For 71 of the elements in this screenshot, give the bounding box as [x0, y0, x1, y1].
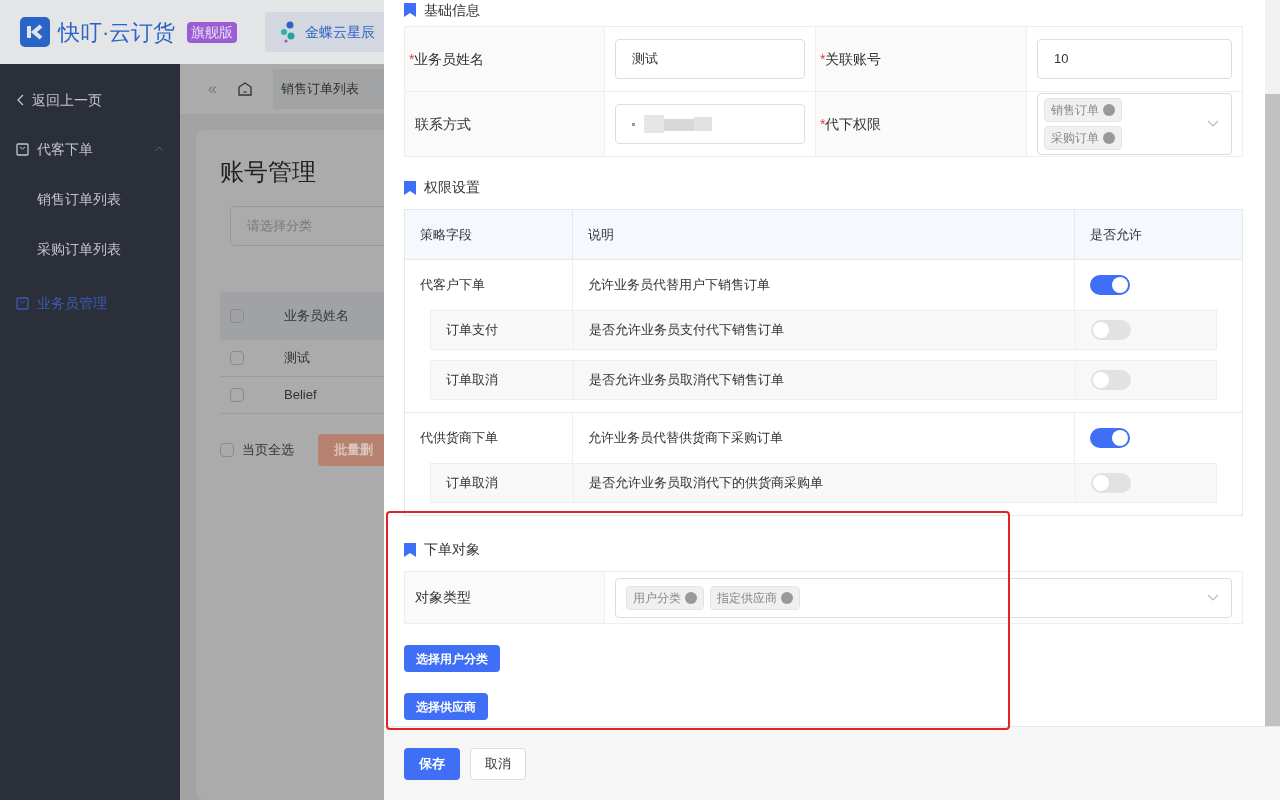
column-header: 业务员姓名: [284, 307, 349, 326]
checkbox[interactable]: [230, 309, 244, 323]
table-cell-text: 是否允许业务员支付代下销售订单: [589, 321, 784, 340]
back-link[interactable]: 返回上一页: [0, 80, 180, 120]
toggle-switch[interactable]: [1091, 370, 1131, 390]
sidebar-subitem[interactable]: 采购订单列表: [0, 224, 180, 274]
table-cell-text: 是否允许业务员取消代下的供货商采购单: [589, 474, 823, 493]
cancel-button[interactable]: 取消: [470, 747, 526, 780]
chevron-left-icon: [16, 94, 24, 106]
sidebar-item[interactable]: 代客下单: [0, 124, 180, 174]
section-title: 下单对象: [424, 540, 480, 559]
logo-icon: [20, 17, 50, 47]
table-cell-text: 允许业务员代替用户下销售订单: [588, 276, 770, 295]
required-mark: *: [409, 49, 415, 69]
multi-select[interactable]: 用户分类 指定供应商: [615, 577, 1232, 618]
multi-select[interactable]: 销售订单 采购订单: [1037, 93, 1232, 155]
table-cell-text: 是否允许业务员取消代下销售订单: [589, 371, 784, 390]
edition-badge: 旗舰版: [187, 21, 238, 43]
brand-name: 快叮·云订货: [58, 18, 176, 47]
table-cell-text: 允许业务员代替供货商下采购订单: [588, 429, 783, 448]
section-title: 权限设置: [424, 178, 480, 197]
table-cell-text: 订单支付: [446, 321, 498, 340]
field-label: 关联账号: [825, 49, 882, 69]
bookmark-icon: [404, 180, 416, 195]
required-mark: *: [820, 49, 826, 69]
calendar-icon: [16, 142, 29, 156]
toggle-switch[interactable]: [1090, 428, 1130, 448]
page-tab[interactable]: 销售订单列表: [272, 69, 384, 109]
chevron-down-icon: [1207, 593, 1219, 602]
table-cell-text: 订单取消: [446, 371, 498, 390]
text-field[interactable]: 测试: [615, 39, 805, 79]
app-switch[interactable]: 金蝶云星辰: [265, 12, 384, 52]
tag: 用户分类: [626, 585, 704, 610]
select-all-label: 当页全选: [242, 441, 294, 460]
chevron-down-icon: [1207, 120, 1219, 128]
required-mark: *: [820, 114, 826, 134]
toggle-switch[interactable]: [1091, 320, 1131, 340]
page-title: 账号管理: [220, 157, 317, 187]
text-field[interactable]: [615, 104, 805, 144]
checkbox[interactable]: [230, 351, 244, 365]
text-field[interactable]: 10: [1037, 39, 1232, 79]
sidebar-subitem[interactable]: 销售订单列表: [0, 174, 180, 224]
column-header: 策略字段: [420, 225, 472, 244]
table-cell-text: 订单取消: [446, 474, 498, 493]
column-header: 是否允许: [1090, 225, 1142, 244]
table-cell-text: 测试: [284, 349, 310, 368]
bookmark-icon: [404, 542, 416, 557]
field-label: 联系方式: [415, 114, 471, 134]
section-title: 基础信息: [424, 3, 480, 17]
tag: 销售订单: [1044, 98, 1122, 122]
checkbox[interactable]: [220, 443, 234, 457]
select-button[interactable]: 选择用户分类: [404, 645, 500, 672]
table-cell-text: 代供货商下单: [420, 429, 498, 448]
field-label: 代下权限: [825, 114, 882, 134]
checkbox[interactable]: [230, 388, 244, 402]
toggle-switch[interactable]: [1090, 275, 1130, 295]
table-cell-text: 代客户下单: [420, 276, 485, 295]
table-cell-text: Belief: [284, 386, 317, 405]
tag: 采购订单: [1044, 126, 1122, 150]
select-button[interactable]: 选择供应商: [404, 693, 488, 720]
field-label: 对象类型: [415, 588, 471, 607]
column-header: 说明: [588, 225, 614, 244]
tag: 指定供应商: [710, 585, 800, 610]
calendar-icon: [16, 296, 29, 310]
home-icon[interactable]: [236, 81, 253, 97]
field-label: 业务员姓名: [414, 49, 485, 69]
save-button[interactable]: 保存: [404, 747, 460, 780]
app-name: 金蝶云星辰: [305, 22, 376, 42]
chevron-up-icon: [154, 146, 164, 152]
toggle-switch[interactable]: [1091, 473, 1131, 493]
bookmark-icon: [404, 3, 416, 17]
